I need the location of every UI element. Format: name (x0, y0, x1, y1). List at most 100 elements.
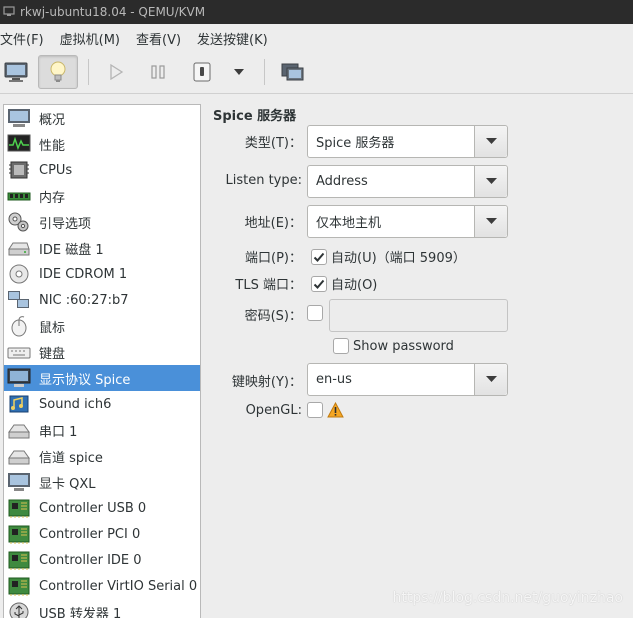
menu-bar: 文件(F) 虚拟机(M) 查看(V) 发送按键(K) (0, 24, 633, 52)
monitor-icon (4, 62, 28, 82)
port-auto-label: 自动(U)（端口 5909） (331, 251, 466, 266)
listen-type-label: Listen type: (225, 173, 302, 188)
play-icon (110, 64, 124, 80)
cdrom-icon (9, 264, 29, 284)
sidebar-item-label: Controller VirtIO Serial 0 (39, 578, 198, 594)
sidebar-item-label: 显示协议 Spice (39, 372, 131, 388)
sidebar-item-label: 引导选项 (39, 216, 92, 232)
sidebar-item-serial[interactable]: 串口 1 (4, 417, 200, 443)
hardware-list: 概况 性能 CPUs 内存 引导选项 IDE 磁盘 1 IDE CDROM 1 … (3, 104, 201, 618)
sidebar-item-controller-pci[interactable]: Controller PCI 0 (4, 521, 200, 547)
sidebar-item-label: IDE CDROM 1 (39, 266, 128, 282)
password-label: 密码(S)： (244, 309, 302, 324)
pause-button[interactable] (138, 55, 178, 89)
chevron-down-icon (485, 178, 497, 184)
tls-port-auto-row[interactable]: 自动(O) (311, 274, 377, 293)
listen-type-dropdown-button[interactable] (474, 166, 507, 197)
sidebar-item-usb-redirector[interactable]: USB 转发器 1 (4, 599, 200, 618)
sidebar-item-mouse[interactable]: 鼠标 (4, 313, 200, 339)
keyboard-icon (7, 347, 31, 359)
sidebar-item-label: 信道 spice (39, 450, 103, 466)
sidebar-item-controller-usb[interactable]: Controller USB 0 (4, 495, 200, 521)
controller-icon (8, 525, 30, 544)
password-input[interactable] (329, 299, 508, 332)
password-checkbox[interactable] (307, 305, 323, 321)
address-dropdown-button[interactable] (474, 206, 507, 237)
warning-icon (327, 402, 344, 418)
tls-port-auto-label: 自动(O) (331, 278, 378, 293)
memory-icon (7, 192, 31, 201)
show-password-checkbox[interactable] (333, 338, 349, 354)
watermark: https://blog.csdn.net/guoyinzhao (392, 590, 624, 606)
checkmark-icon (313, 279, 325, 289)
sidebar-item-channel[interactable]: 信道 spice (4, 443, 200, 469)
power-icon (193, 62, 211, 82)
console-button[interactable] (0, 55, 36, 89)
display-icon (7, 368, 31, 387)
type-combo[interactable]: Spice 服务器 (307, 125, 508, 158)
keymap-combo[interactable]: en-us (307, 363, 508, 396)
video-card-icon (8, 473, 30, 491)
channel-icon (8, 450, 30, 465)
nic-icon (8, 291, 29, 308)
sidebar-item-keyboard[interactable]: 键盘 (4, 339, 200, 365)
shutdown-menu-button[interactable] (220, 55, 258, 89)
boot-options-icon (8, 212, 29, 232)
sidebar-item-ide-cdrom[interactable]: IDE CDROM 1 (4, 261, 200, 287)
sidebar-item-video[interactable]: 显卡 QXL (4, 469, 200, 495)
sidebar-item-sound[interactable]: Sound ich6 (4, 391, 200, 417)
sidebar-item-label: 性能 (39, 138, 66, 154)
sidebar-item-label: Controller PCI 0 (39, 526, 141, 542)
sidebar-item-label: 键盘 (39, 346, 66, 362)
sidebar-item-overview[interactable]: 概况 (4, 105, 200, 131)
menu-file[interactable]: 文件(F) (0, 29, 52, 48)
details-panel: Spice 服务器 类型(T)： Spice 服务器 Listen type: … (210, 100, 633, 618)
opengl-row[interactable] (307, 402, 344, 418)
sidebar-item-boot-options[interactable]: 引导选项 (4, 209, 200, 235)
keymap-dropdown-button[interactable] (474, 364, 507, 395)
serial-icon (8, 424, 30, 439)
listen-type-combo[interactable]: Address (307, 165, 508, 198)
shutdown-button[interactable] (182, 55, 222, 89)
keymap-label: 键映射(Y)： (231, 375, 302, 390)
checkmark-icon (313, 252, 325, 262)
sidebar-item-controller-ide[interactable]: Controller IDE 0 (4, 547, 200, 573)
sidebar-item-label: CPUs (39, 162, 73, 178)
menu-send-key[interactable]: 发送按键(K) (197, 29, 276, 48)
sidebar-item-memory[interactable]: 内存 (4, 183, 200, 209)
opengl-checkbox[interactable] (307, 402, 323, 418)
port-auto-row[interactable]: 自动(U)（端口 5909） (311, 247, 466, 266)
address-combo[interactable]: 仅本地主机 (307, 205, 508, 238)
password-enable-row[interactable] (307, 305, 327, 321)
chevron-down-icon (485, 218, 497, 224)
run-button[interactable] (96, 55, 136, 89)
sidebar-item-label: Controller IDE 0 (39, 552, 142, 568)
sidebar-item-label: 显卡 QXL (39, 476, 96, 492)
sidebar-item-cpus[interactable]: CPUs (4, 157, 200, 183)
type-dropdown-button[interactable] (474, 126, 507, 157)
sidebar-item-performance[interactable]: 性能 (4, 131, 200, 157)
sidebar-item-display-spice[interactable]: 显示协议 Spice (4, 365, 200, 391)
chevron-down-icon (485, 138, 497, 144)
tls-port-auto-checkbox[interactable] (311, 275, 327, 292)
sidebar-item-nic[interactable]: NIC :60:27:b7 (4, 287, 200, 313)
sound-icon (9, 395, 29, 413)
menu-view[interactable]: 查看(V) (136, 29, 189, 48)
toolbar (0, 52, 633, 94)
port-auto-checkbox[interactable] (311, 248, 327, 265)
port-label: 端口(P)： (245, 251, 302, 266)
address-value: 仅本地主机 (316, 216, 382, 231)
keymap-value: en-us (316, 372, 352, 387)
sidebar-item-label: 概况 (39, 112, 66, 128)
sidebar-item-label: 串口 1 (39, 424, 78, 440)
performance-icon (7, 134, 31, 152)
sidebar-item-ide-disk[interactable]: IDE 磁盘 1 (4, 235, 200, 261)
tls-port-label: TLS 端口： (235, 278, 302, 293)
sidebar-item-controller-virtio-serial[interactable]: Controller VirtIO Serial 0 (4, 573, 200, 599)
type-label: 类型(T)： (244, 136, 302, 151)
details-button[interactable] (38, 55, 78, 89)
chevron-down-icon (234, 69, 244, 75)
fullscreen-button[interactable] (273, 55, 313, 89)
menu-vm[interactable]: 虚拟机(M) (60, 29, 128, 48)
show-password-row[interactable]: Show password (333, 338, 454, 354)
